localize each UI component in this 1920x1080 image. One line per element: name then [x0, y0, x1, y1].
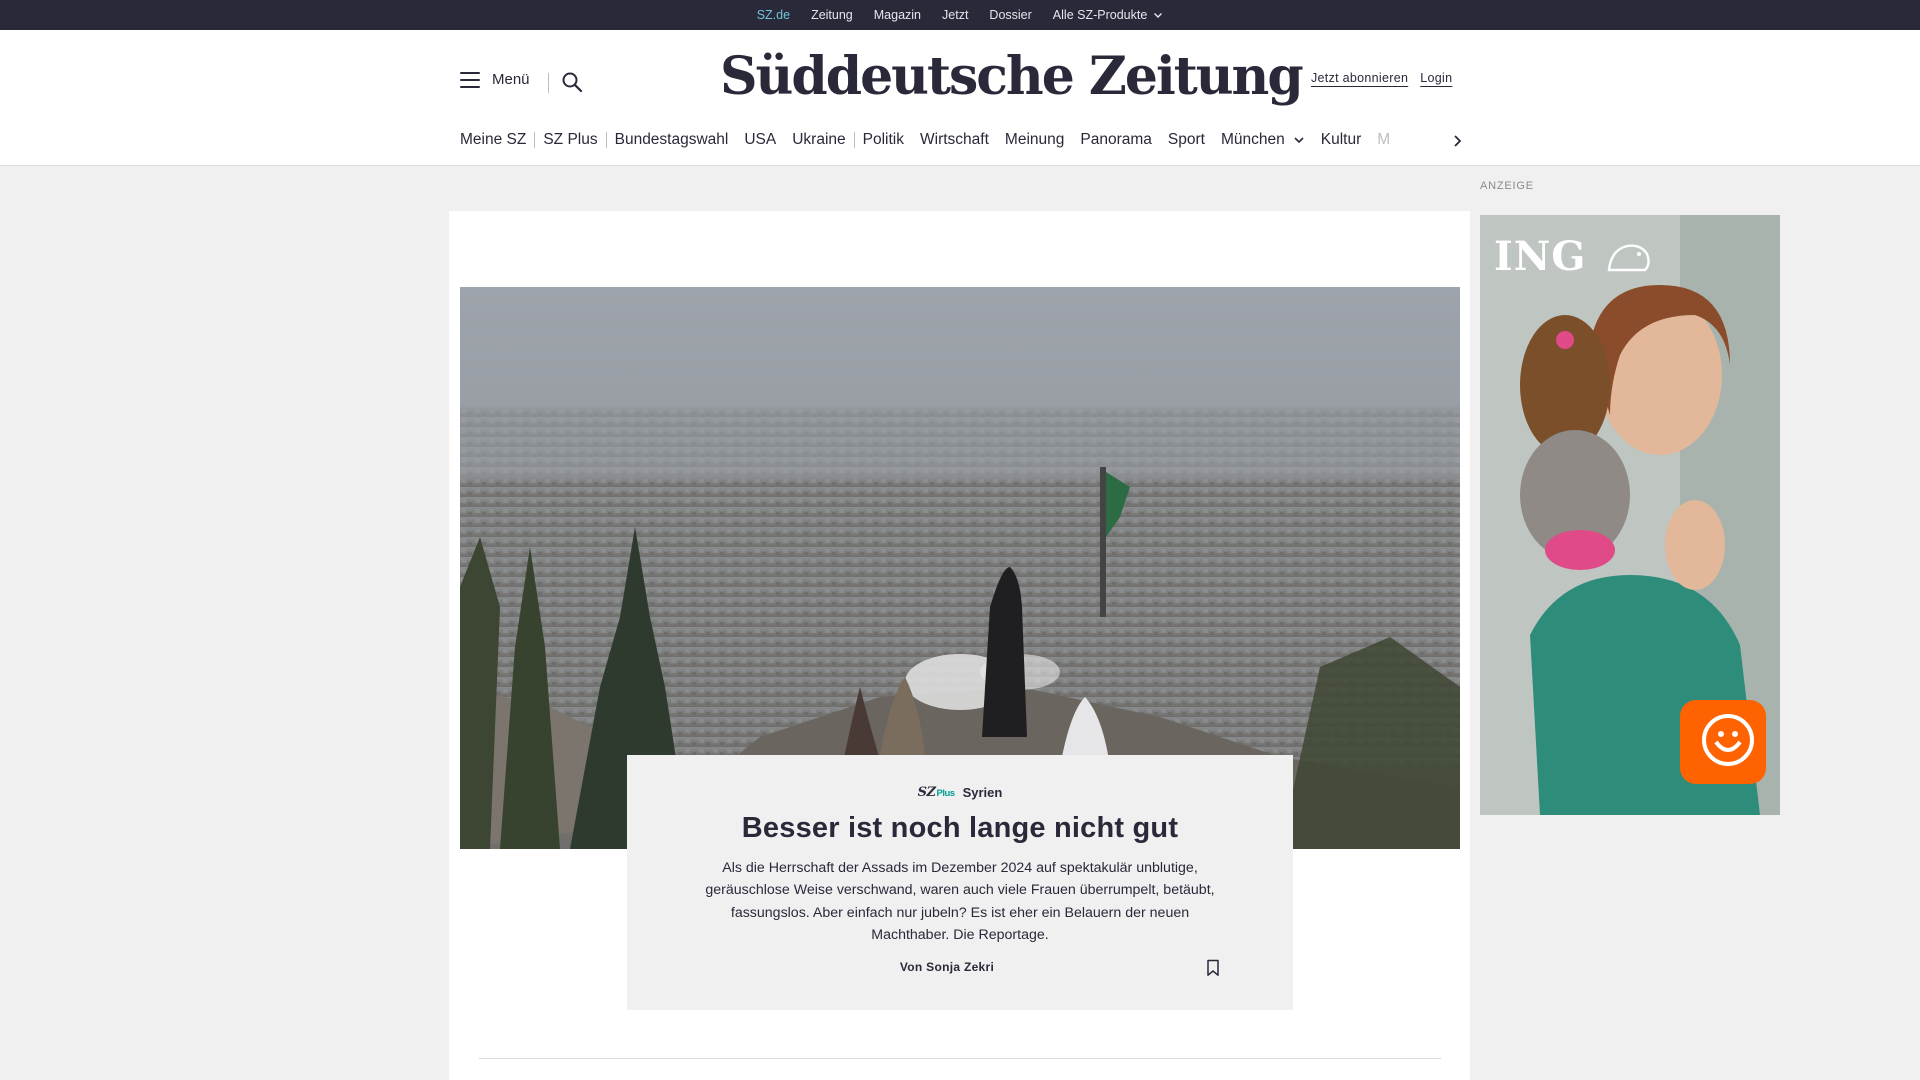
- topbar-all-products-label: Alle SZ-Produkte: [1052, 8, 1148, 22]
- account-links: Jetzt abonnieren Login: [1311, 71, 1452, 85]
- topbar-link-all-products[interactable]: Alle SZ-Produkte: [1053, 8, 1163, 22]
- site-header: Menü Süddeutsche Zeitung Jetzt abonniere…: [0, 30, 1920, 166]
- topbar-link-jetzt[interactable]: Jetzt: [942, 8, 968, 22]
- nav-item-meinung[interactable]: Meinung: [997, 131, 1072, 149]
- topbar-link-zeitung[interactable]: Zeitung: [811, 8, 853, 22]
- nav-item-bundestagswahl[interactable]: Bundestagswahl: [607, 131, 737, 149]
- nav-item-sz-plus[interactable]: SZ Plus: [535, 131, 605, 149]
- topbar-link-dossier[interactable]: Dossier: [989, 8, 1031, 22]
- nav-item-sport[interactable]: Sport: [1160, 131, 1213, 149]
- sz-plus-badge: SZPlus: [917, 785, 955, 800]
- article-byline: Von Sonja Zekri: [899, 960, 995, 974]
- header-divider: [548, 73, 549, 93]
- nav-item-muenchen[interactable]: München: [1213, 131, 1313, 149]
- nav-item-meine-sz[interactable]: Meine SZ: [460, 131, 534, 149]
- nav-item-wirtschaft[interactable]: Wirtschaft: [912, 131, 997, 149]
- menu-button[interactable]: Menü: [460, 71, 530, 88]
- search-icon[interactable]: [561, 71, 583, 93]
- ing-ad-banner[interactable]: ING: [1480, 215, 1780, 815]
- ad-brand-logo: ING: [1494, 233, 1653, 280]
- article-kicker: SZPlus Syrien: [627, 785, 1293, 800]
- nav-item-politik[interactable]: Politik: [855, 131, 912, 149]
- nav-item-kultur[interactable]: Kultur: [1313, 131, 1370, 149]
- nav-item-ukraine[interactable]: Ukraine: [784, 131, 853, 149]
- hamburger-icon: [460, 71, 480, 88]
- kicker-topic: Syrien: [962, 785, 1003, 800]
- top-product-bar: SZ.de Zeitung Magazin Jetzt Dossier Alle…: [0, 0, 1920, 32]
- section-nav: Meine SZ SZ Plus Bundestagswahl USA Ukra…: [460, 128, 1464, 152]
- chevron-down-icon: [1154, 13, 1163, 18]
- bookmark-icon[interactable]: [1206, 959, 1220, 977]
- subscribe-link[interactable]: Jetzt abonnieren: [1311, 71, 1408, 85]
- login-link[interactable]: Login: [1420, 71, 1452, 85]
- nav-item-truncated[interactable]: M: [1369, 131, 1398, 149]
- topbar-link-magazin[interactable]: Magazin: [874, 8, 921, 22]
- ad-label: ANZEIGE: [1480, 180, 1534, 192]
- ing-lion-app-icon: [1680, 700, 1766, 784]
- article-summary: Als die Herrschaft der Assads im Dezembe…: [705, 860, 1215, 944]
- nav-item-muenchen-label: München: [1220, 131, 1285, 148]
- lead-article-teaser[interactable]: SZPlus Syrien Besser ist noch lange nich…: [627, 755, 1293, 1010]
- ing-lion-icon: [1608, 244, 1651, 272]
- nav-item-panorama[interactable]: Panorama: [1072, 131, 1160, 149]
- site-logo[interactable]: Süddeutsche Zeitung: [720, 46, 1304, 107]
- nav-scroll-right-button[interactable]: [1448, 132, 1466, 150]
- chevron-right-icon: [1454, 135, 1462, 147]
- nav-item-usa[interactable]: USA: [736, 131, 784, 149]
- article-headline[interactable]: Besser ist noch lange nicht gut: [627, 812, 1293, 845]
- menu-label: Menü: [492, 71, 530, 88]
- chevron-down-icon: [1294, 137, 1304, 144]
- section-divider: [479, 1058, 1441, 1059]
- topbar-link-szde[interactable]: SZ.de: [757, 8, 790, 32]
